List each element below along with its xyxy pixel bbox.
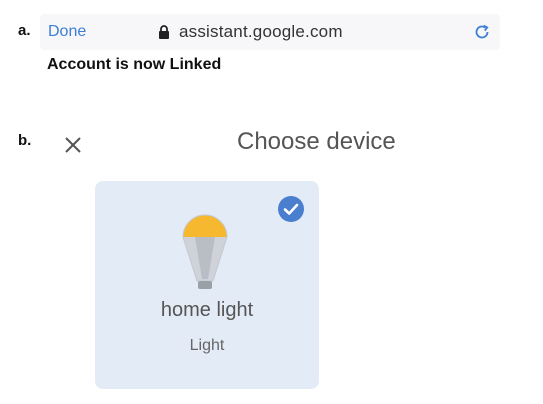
section-b-label: b. — [18, 132, 32, 149]
url-text: assistant.google.com — [179, 22, 343, 41]
browser-url-bar: Done assistant.google.com — [40, 14, 500, 50]
section-a-label: a. — [18, 22, 31, 39]
close-icon[interactable] — [62, 134, 84, 156]
device-name: home light — [160, 299, 254, 321]
light-bulb-icon — [182, 214, 228, 289]
account-linked-message: Account is now Linked — [47, 56, 222, 73]
done-button[interactable]: Done — [48, 23, 86, 41]
page: a. Done assistant.google.com Account is … — [0, 0, 543, 404]
device-type: Light — [189, 337, 225, 354]
device-card[interactable]: home light Light — [95, 181, 319, 389]
checkmark-icon — [278, 196, 304, 222]
lock-icon — [159, 25, 169, 39]
page-title: Choose device — [237, 128, 396, 155]
reload-icon[interactable] — [472, 22, 492, 42]
url-display[interactable]: assistant.google.com — [158, 22, 343, 42]
